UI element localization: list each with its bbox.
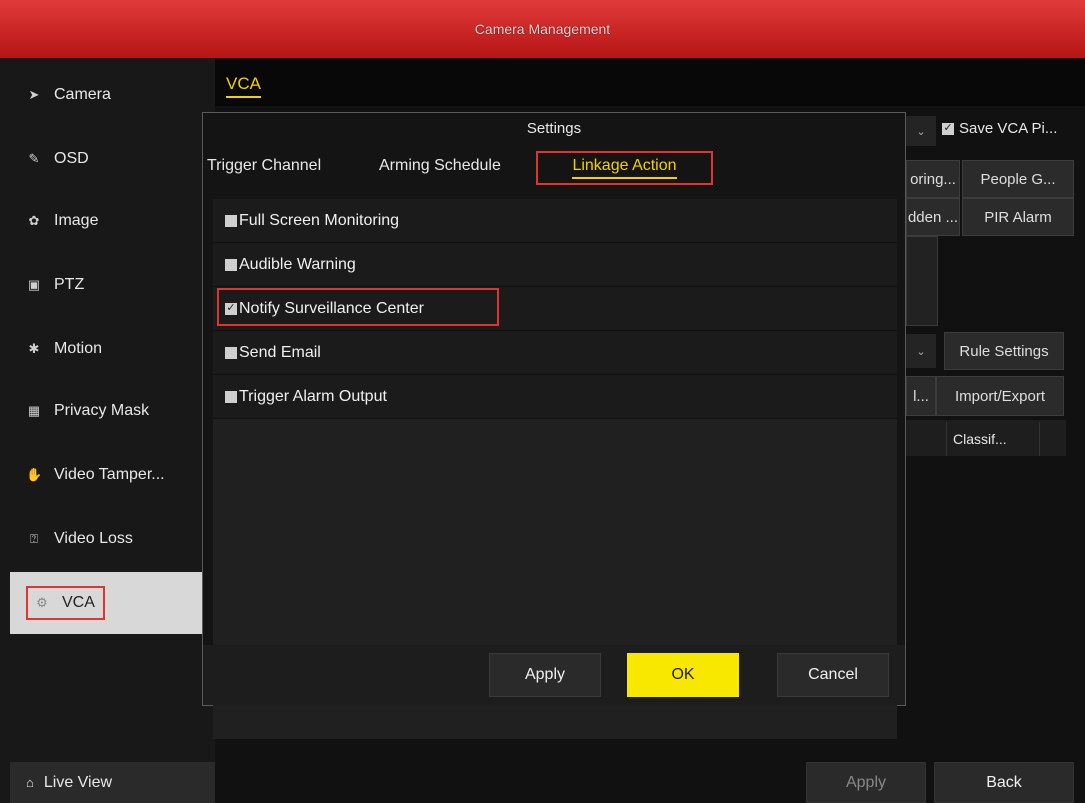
checkbox-unchecked-icon[interactable] (225, 214, 237, 227)
sidebar-item-label: VCA (62, 594, 95, 611)
save-vca-label: Save VCA Pi... (959, 120, 1058, 137)
tab-vca[interactable]: VCA (226, 74, 261, 98)
sidebar-item-label: Camera (54, 86, 111, 103)
option-label: Audible Warning (239, 255, 356, 273)
bg-button-dden[interactable]: dden ... (906, 198, 960, 236)
tab-arming-schedule[interactable]: Arming Schedule (379, 157, 501, 175)
dialog-title: Settings (526, 119, 582, 137)
window-title-bar: Camera Management (0, 0, 1085, 58)
checkbox-unchecked-icon[interactable] (225, 258, 237, 271)
option-trigger-alarm-output[interactable]: Trigger Alarm Output (213, 375, 897, 419)
sidebar-item-camera[interactable]: ➤ Camera (0, 64, 215, 126)
back-button[interactable]: Back (934, 762, 1074, 803)
vca-icon: ⚙ (36, 595, 48, 610)
bg-panel (906, 236, 938, 326)
rule-settings-button[interactable]: Rule Settings (944, 332, 1064, 370)
home-icon: ⌂ (26, 775, 34, 790)
bg-button-truncated[interactable]: l... (906, 376, 936, 416)
sidebar-item-label: Image (54, 212, 99, 229)
tab-trigger-channel[interactable]: Trigger Channel (207, 157, 321, 175)
sidebar-item-vca[interactable]: ⚙ VCA (10, 572, 215, 634)
checkbox-unchecked-icon[interactable] (225, 390, 237, 403)
bg-button-pir-alarm[interactable]: PIR Alarm (962, 198, 1074, 236)
window-title: Camera Management (474, 21, 611, 37)
osd-icon: ✎ (28, 151, 40, 166)
vca-highlight: ⚙ VCA (26, 586, 105, 620)
image-icon: ✿ (28, 213, 40, 228)
dropdown-arrow-icon[interactable]: ⌄ (906, 116, 936, 146)
option-send-email[interactable]: Send Email (213, 331, 897, 375)
video-loss-icon: ⍰ (30, 531, 38, 546)
option-full-screen-monitoring[interactable]: Full Screen Monitoring (213, 199, 897, 243)
sidebar-item-motion[interactable]: ✱ Motion (0, 318, 215, 380)
privacy-mask-icon: ▦ (27, 403, 41, 418)
sidebar-item-label: PTZ (54, 276, 85, 293)
sidebar-item-video-loss[interactable]: ⍰ Video Loss (0, 508, 215, 570)
table-header-classif[interactable]: Classif... (946, 422, 1040, 456)
sidebar-item-video-tamper[interactable]: ✋ Video Tamper... (0, 444, 215, 506)
sidebar-item-label: OSD (54, 150, 89, 167)
option-audible-warning[interactable]: Audible Warning (213, 243, 897, 287)
option-label: Full Screen Monitoring (239, 211, 400, 229)
dropdown-arrow-icon[interactable]: ⌄ (906, 334, 936, 368)
settings-dialog: Settings Trigger Channel Arming Schedule… (202, 112, 906, 739)
save-vca-checkbox[interactable]: ✓ Save VCA Pi... (942, 120, 1057, 137)
sidebar-item-label: Video Loss (54, 530, 133, 547)
sidebar-item-ptz[interactable]: ▣ PTZ (0, 254, 215, 316)
checkbox-unchecked-icon[interactable] (225, 346, 237, 359)
motion-icon: ✱ (28, 341, 40, 356)
tab-linkage-action-label: Linkage Action (572, 157, 677, 179)
live-view-label: Live View (43, 773, 113, 791)
tab-linkage-action[interactable]: Linkage Action (536, 151, 713, 185)
live-view-button[interactable]: ⌂ Live View (10, 762, 215, 803)
main-tab-strip (215, 58, 1085, 106)
option-notify-surveillance-center[interactable]: ✓ Notify Surveillance Center (213, 287, 897, 331)
notify-highlight (217, 288, 499, 326)
sidebar-item-image[interactable]: ✿ Image (0, 190, 215, 252)
sidebar-item-label: Video Tamper... (54, 466, 165, 483)
bg-button-people[interactable]: People G... (962, 160, 1074, 198)
sidebar-item-label: Privacy Mask (54, 402, 150, 419)
dialog-cancel-button[interactable]: Cancel (777, 653, 889, 697)
dialog-apply-button[interactable]: Apply (489, 653, 601, 697)
import-export-button[interactable]: Import/Export (936, 376, 1064, 416)
checkbox-checked-icon: ✓ (942, 122, 954, 135)
option-label: Send Email (239, 343, 321, 361)
sidebar-item-label: Motion (54, 340, 103, 357)
option-label: Trigger Alarm Output (239, 387, 387, 405)
camera-icon: ➤ (28, 87, 40, 102)
sidebar-item-privacy-mask[interactable]: ▦ Privacy Mask (0, 380, 215, 442)
main-apply-button[interactable]: Apply (806, 762, 926, 803)
sidebar-item-osd[interactable]: ✎ OSD (0, 128, 215, 190)
dialog-ok-button[interactable]: OK (627, 653, 739, 697)
video-tamper-icon: ✋ (26, 467, 43, 482)
bg-button-oring[interactable]: oring... (906, 160, 960, 198)
ptz-icon: ▣ (27, 277, 41, 292)
